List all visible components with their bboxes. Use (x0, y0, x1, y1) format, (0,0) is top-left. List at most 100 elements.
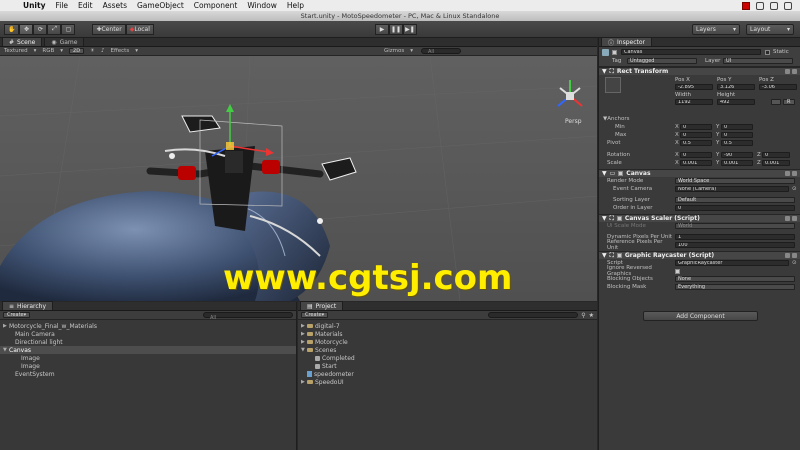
center-button[interactable]: ✚ Center (92, 23, 126, 35)
active-checkbox[interactable] (612, 50, 617, 55)
render-mode-dropdown[interactable]: World Space (675, 178, 795, 184)
local-button[interactable]: ◆ Local (125, 23, 154, 35)
blocking-mask-dropdown[interactable]: Everything (675, 284, 795, 290)
raw-edit-button[interactable]: R (783, 99, 795, 105)
gear-icon[interactable] (792, 253, 797, 258)
graphic-raycaster-header[interactable]: ▼ ⛶ Graphic Raycaster (Script) (599, 251, 800, 259)
hierarchy-item[interactable]: Image (0, 354, 296, 362)
chevron-down-icon[interactable]: ▾ (410, 48, 413, 54)
project-item[interactable]: Start (298, 362, 597, 370)
min-y-field[interactable]: 0 (721, 124, 753, 130)
rot-y-field[interactable]: -90 (721, 152, 753, 158)
gear-icon[interactable] (792, 216, 797, 221)
component-menu[interactable] (785, 253, 797, 258)
anchors-row[interactable]: ▼ Anchors (599, 115, 800, 123)
canvas-enabled-checkbox[interactable] (618, 171, 624, 176)
component-menu[interactable] (785, 216, 797, 221)
rect-tool-icon[interactable]: ▢ (61, 23, 76, 35)
scale-z-field[interactable]: 0.001 (762, 160, 790, 166)
add-component-button[interactable]: Add Component (643, 311, 758, 321)
scale-x-field[interactable]: 0.001 (680, 160, 712, 166)
hierarchy-item[interactable]: Image (0, 362, 296, 370)
gizmos-dropdown[interactable]: Gizmos (384, 48, 404, 54)
project-search-input[interactable] (488, 312, 579, 318)
project-item[interactable]: Completed (298, 354, 597, 362)
layout-dropdown[interactable]: Layout ▾ (746, 24, 794, 35)
audio-icon[interactable]: ♪ (101, 48, 105, 54)
gear-icon[interactable] (792, 171, 797, 176)
tab-scene[interactable]: # Scene (2, 37, 43, 46)
static-checkbox[interactable] (765, 50, 770, 55)
rect-transform-header[interactable]: ▼ ⛶ Rect Transform (599, 67, 800, 75)
scale-y-field[interactable]: 0.001 (721, 160, 753, 166)
menu-assets[interactable]: Assets (98, 1, 132, 10)
search-icon[interactable] (770, 1, 778, 10)
help-icon[interactable] (785, 171, 790, 176)
canvas-header[interactable]: ▼ ▭ Canvas (599, 169, 800, 177)
object-name-field[interactable]: Canvas (621, 49, 761, 55)
sorting-layer-dropdown[interactable]: Default (675, 197, 795, 203)
move-tool-icon[interactable]: ✥ (19, 23, 34, 35)
pos-y-field[interactable]: 3.126 (717, 84, 755, 90)
pause-icon[interactable]: ❚❚ (389, 24, 403, 35)
menu-file[interactable]: File (50, 1, 73, 10)
pos-x-field[interactable]: -2.895 (675, 84, 713, 90)
mode-2d-toggle[interactable]: 2D (69, 48, 85, 54)
hierarchy-item[interactable]: Directional light (0, 338, 296, 346)
project-item[interactable]: ▼ Scenes (298, 346, 597, 354)
hierarchy-item[interactable]: EventSystem (0, 370, 296, 378)
component-menu[interactable] (785, 69, 797, 74)
tab-game[interactable]: ◉ Game (44, 37, 85, 46)
menu-edit[interactable]: Edit (73, 1, 98, 10)
lighting-icon[interactable]: ☀ (90, 48, 95, 54)
layers-dropdown[interactable]: Layers ▾ (692, 24, 740, 35)
reference-ppu-field[interactable]: 100 (675, 242, 795, 248)
menu-help[interactable]: Help (282, 1, 309, 10)
effects-dropdown[interactable]: Effects (111, 48, 130, 54)
pivot-y-field[interactable]: 0.5 (721, 140, 753, 146)
component-menu[interactable] (785, 171, 797, 176)
raycaster-enabled-checkbox[interactable] (616, 253, 622, 258)
menu-unity[interactable]: Unity (18, 1, 50, 10)
help-icon[interactable] (785, 253, 790, 258)
help-icon[interactable] (785, 69, 790, 74)
event-camera-field[interactable]: None (Camera) (675, 186, 789, 192)
tab-inspector[interactable]: ⓘ Inspector (601, 38, 653, 47)
canvas-scaler-header[interactable]: ▼ ⛶ Canvas Scaler (Script) (599, 214, 800, 222)
step-icon[interactable]: ▶❚ (403, 24, 417, 35)
hierarchy-create-button[interactable]: Create ▾ (3, 312, 31, 318)
object-picker-icon[interactable]: ⊙ (792, 260, 797, 266)
menu-component[interactable]: Component (189, 1, 243, 10)
list-icon[interactable] (784, 1, 792, 10)
hand-tool-icon[interactable]: ✋ (4, 23, 20, 35)
project-item[interactable]: speedometer (298, 370, 597, 378)
menu-gameobject[interactable]: GameObject (132, 1, 189, 10)
layer-dropdown[interactable]: UI (723, 58, 793, 64)
anchor-presets-icon[interactable] (605, 77, 621, 93)
pos-z-field[interactable]: -3.06 (759, 84, 797, 90)
project-item[interactable]: ▶ Materials (298, 330, 597, 338)
tab-project[interactable]: ▤ Project (300, 301, 344, 310)
blueprint-button[interactable] (771, 99, 781, 105)
chevron-down-icon[interactable]: ▾ (34, 48, 37, 54)
tab-hierarchy[interactable]: ≡ Hierarchy (2, 301, 54, 310)
order-in-layer-field[interactable]: 0 (675, 205, 795, 211)
tag-dropdown[interactable]: Untagged (627, 58, 697, 64)
chevron-down-icon[interactable]: ▾ (135, 48, 138, 54)
shading-dropdown[interactable]: Textured (4, 48, 28, 54)
rgb-dropdown[interactable]: RGB (42, 48, 54, 54)
dynamic-ppu-field[interactable]: 1 (675, 234, 795, 240)
pivot-x-field[interactable]: 0.5 (680, 140, 712, 146)
rot-x-field[interactable]: 0 (680, 152, 712, 158)
canvas-scaler-enabled-checkbox[interactable] (616, 216, 622, 221)
persp-label[interactable]: Persp (565, 118, 582, 125)
script-field[interactable]: GraphicRaycaster (675, 260, 789, 266)
gear-icon[interactable] (792, 69, 797, 74)
menu-window[interactable]: Window (242, 1, 282, 10)
hierarchy-search-input[interactable]: All (203, 312, 293, 321)
screen-icon[interactable] (756, 1, 764, 10)
scene-search-input[interactable]: All (421, 48, 461, 55)
chevron-down-icon[interactable]: ▾ (60, 48, 63, 54)
width-field[interactable]: 1192 (675, 99, 713, 105)
min-x-field[interactable]: 0 (680, 124, 712, 130)
